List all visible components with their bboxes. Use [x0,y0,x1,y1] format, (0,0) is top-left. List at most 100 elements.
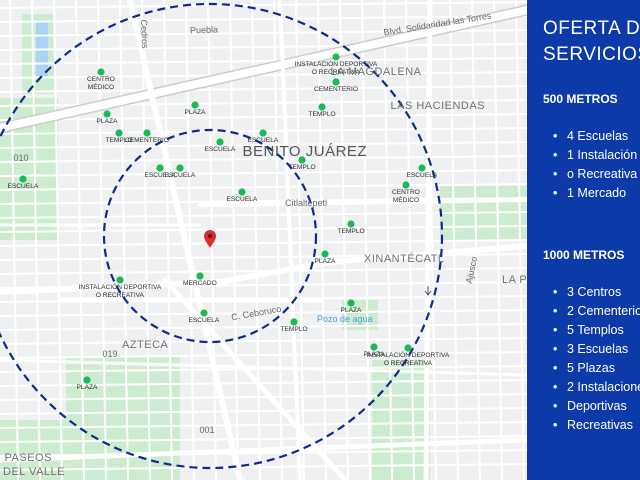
list-item: 5 Templos [553,321,640,340]
poi-label: TEMPLO [289,164,316,172]
list-item: Deportivas [553,397,640,416]
poi-label: PLAZA [97,118,118,126]
poi-label-line: O RECREATIVA [95,292,144,299]
poi-label-line: O RECREATIVA [383,360,432,367]
poi-marker-icon[interactable] [290,318,298,326]
place-label: LA MAGDALENA [330,66,422,78]
poi-label-line: TEMPLO [280,326,308,333]
list-item: 1 Mercado [553,184,637,203]
place-label: DEL VALLE [3,466,65,478]
list-item: 2 Instalaciones [553,378,640,397]
poi-label-line: CEMENTERIO [314,86,358,93]
poi-marker-icon[interactable] [143,129,151,137]
poi-label-line: ESCUELA [164,172,196,179]
poi-marker-icon[interactable] [176,164,184,172]
poi-label-line: MERCADO [183,280,217,287]
place-label: LA P [502,274,527,286]
poi-label-line: TEMPLO [288,164,316,171]
poi-marker-icon[interactable] [332,78,340,86]
poi-marker-icon[interactable] [156,164,164,172]
map-area[interactable]: CENTRO MÉDICO PLAZA TEMPLO CEMENTERIO PLAZA ES… [0,0,527,480]
place-label: BENITO JUÁREZ [242,143,368,160]
poi-label-line: CENTRO [392,189,420,196]
poi-marker-icon[interactable] [332,53,340,61]
poi-label: ESCUELA [227,196,258,204]
map-canvas [0,0,527,480]
poi-label: PLAZA [185,109,206,117]
poi-marker-icon[interactable] [19,175,27,183]
park-area [372,360,430,480]
poi-label-line: INSTALACIÓN DEPORTIVA [366,352,450,359]
poi-label: ESCUELA [8,183,39,191]
poi-label: TEMPLO [281,326,308,334]
poi-label-line: PLAZA [184,109,206,116]
place-label: 010 [13,153,29,163]
poi-label: CENTRO MÉDICO [392,189,420,205]
poi-marker-icon[interactable] [347,220,355,228]
poi-label-line: ESCUELA [204,146,236,153]
poi-marker-icon[interactable] [116,276,124,284]
poi-marker-icon[interactable] [83,376,91,384]
heading-1000m: 1000 METROS [543,248,625,262]
poi-label-line: CEMENTERIO [125,137,169,144]
poi-marker-icon[interactable] [259,129,267,137]
place-label: LAS HACIENDAS [390,100,486,112]
list-item: 3 Centros [553,283,640,302]
road-label: Cedros [138,19,150,49]
poi-label: CENTRO MÉDICO [87,76,115,92]
place-label: 001 [199,425,215,435]
list-item: 3 Escuelas [553,340,640,359]
list-1000m: 3 Centros 2 Cementerios 5 Templos 3 Escu… [553,283,640,435]
road-label: Citlaltépetl [285,198,328,208]
list-item: 5 Plazas [553,359,640,378]
poi-marker-icon[interactable] [238,188,246,196]
place-label: 019 [102,349,118,359]
poi-label: CEMENTERIO [125,137,169,145]
list-500m: 4 Escuelas 1 Instalación o Recreativa 1 … [553,127,637,203]
list-item: 2 Cementerios [553,302,640,321]
poi-marker-icon[interactable] [216,138,224,146]
poi-marker-icon[interactable] [347,299,355,307]
poi-label-line: PLAZA [314,258,336,265]
poi-marker-icon[interactable] [318,103,326,111]
poi-label-line: INSTALACIÓN DEPORTIVA [78,284,162,291]
poi-label: TEMPLO [309,111,336,119]
poi-label: CEMENTERIO [314,86,358,94]
poi-label: INSTALACIÓN DEPORTIVA O RECREATIVA [79,284,162,300]
panel-title-line: OFERTA DE [543,18,640,39]
poi-label: ESCUELA [189,317,220,325]
poi-label-line: ESCUELA [188,317,220,324]
heading-500m: 500 METROS [543,92,618,106]
place-label: XINANTÉCATL [364,253,445,265]
poi-label: TEMPLO [338,228,365,236]
poi-label: INSTALACIÓN DEPORTIVA O RECREATIVA [367,352,450,368]
poi-label-line: PLAZA [76,384,98,391]
poi-label: ESCUELA [407,172,438,180]
poi-marker-icon[interactable] [404,344,412,352]
poi-marker-icon[interactable] [115,129,123,137]
poi-marker-icon[interactable] [200,309,208,317]
location-pin-dot [207,233,213,239]
poi-label-line: TEMPLO [308,111,336,118]
list-item: o Recreativa [553,165,637,184]
list-item: 1 Instalación [553,146,637,165]
services-panel: OFERTA DE SERVICIOS 500 METROS 4 Escuela… [527,0,640,480]
poi-marker-icon[interactable] [196,272,204,280]
poi-label: MERCADO [183,280,217,288]
poi-label-line: TEMPLO [337,228,365,235]
poi-marker-icon[interactable] [191,101,199,109]
poi-marker-icon[interactable] [321,250,329,258]
poi-marker-icon[interactable] [402,181,410,189]
list-item: Recreativas [553,416,640,435]
poi-marker-icon[interactable] [97,68,105,76]
poi-marker-icon[interactable] [103,110,111,118]
poi-marker-icon[interactable] [370,343,378,351]
poi-label: PLAZA [315,258,336,266]
road-label: Puebla [189,24,219,36]
poi-label: ESCUELA [165,172,196,180]
poi-marker-icon[interactable] [418,164,426,172]
place-label: PASEOS [4,452,52,464]
poi-label-line: ESCUELA [226,196,258,203]
poi-label-line: MÉDICO [392,197,420,204]
poi-label-line: PLAZA [96,118,118,125]
